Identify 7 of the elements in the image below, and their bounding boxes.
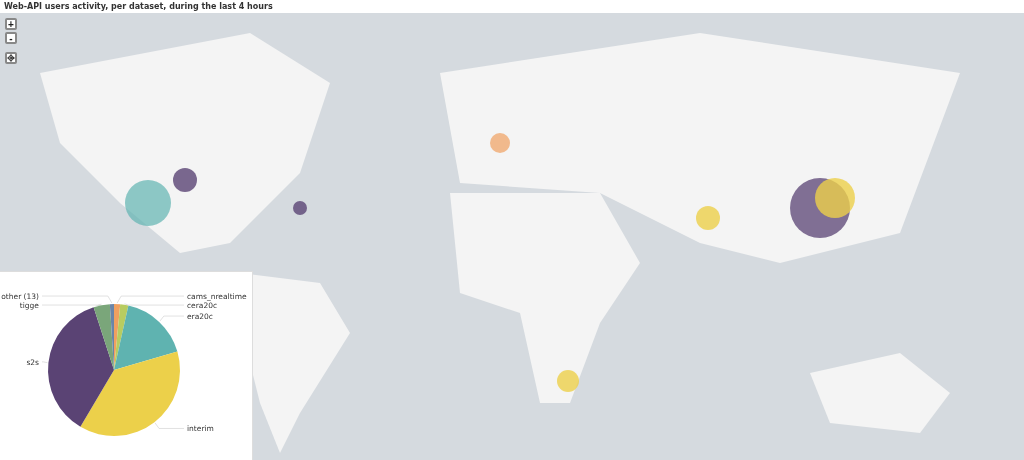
leader-line <box>159 315 185 322</box>
zoom-in-button[interactable]: + <box>5 18 17 30</box>
dashboard-title: Web-API users activity, per dataset, during the last 4 hours <box>3 1 274 13</box>
crosshair-icon <box>7 54 15 62</box>
zoom-out-button[interactable]: - <box>5 32 17 44</box>
locate-button[interactable] <box>5 52 17 64</box>
leader-line <box>154 422 185 429</box>
